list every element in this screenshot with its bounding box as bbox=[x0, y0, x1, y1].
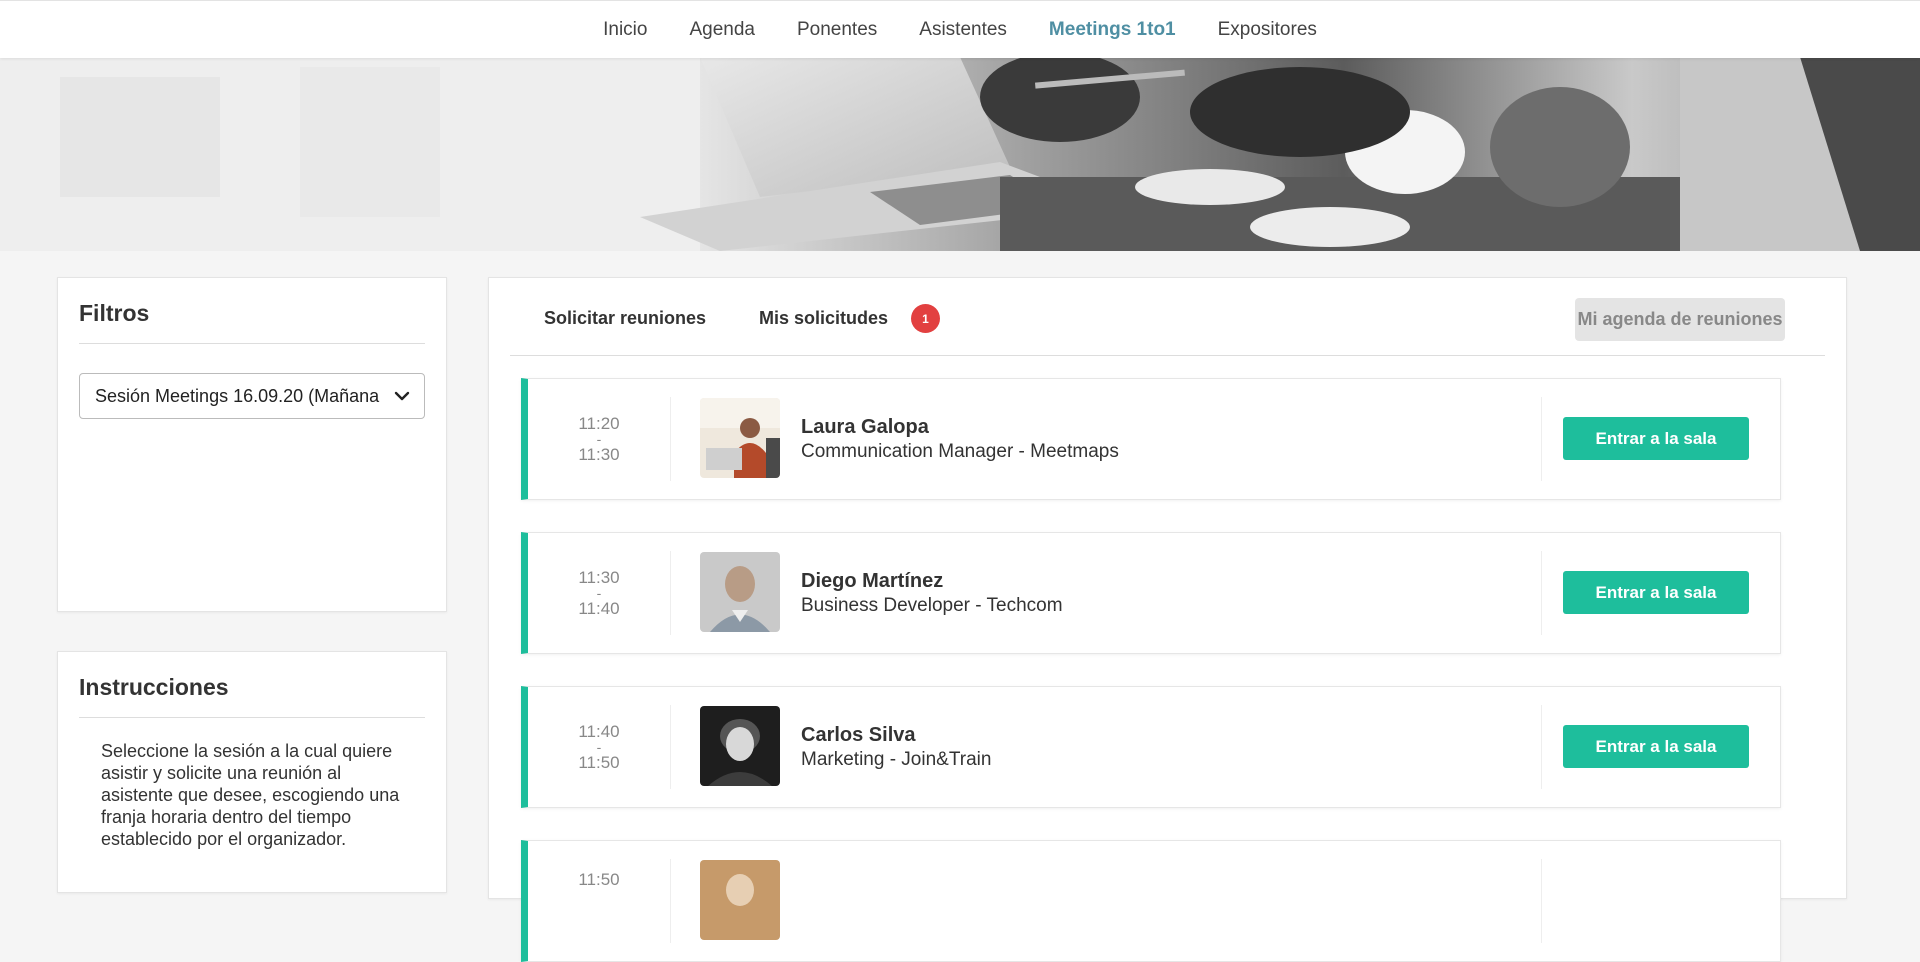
attendee-info: Laura Galopa Communication Manager - Mee… bbox=[801, 416, 1119, 463]
attendee-name: Laura Galopa bbox=[801, 416, 929, 438]
avatar-photo bbox=[700, 552, 780, 632]
time-separator: - bbox=[596, 585, 602, 601]
meeting-time: 11:30 - 11:40 bbox=[528, 533, 670, 653]
meeting-start-time: 11:50 bbox=[578, 870, 620, 889]
enter-room-button[interactable]: Entrar a la sala bbox=[1563, 725, 1749, 768]
nav-agenda[interactable]: Agenda bbox=[689, 19, 755, 41]
enter-room-button[interactable]: Entrar a la sala bbox=[1563, 571, 1749, 614]
attendee-role: Business Developer - Techcom bbox=[801, 595, 1063, 616]
meeting-start-time: 11:30 bbox=[578, 568, 620, 587]
filters-title: Filtros bbox=[79, 278, 425, 344]
avatar bbox=[700, 398, 780, 478]
divider bbox=[670, 551, 671, 635]
top-navigation: Inicio Agenda Ponentes Asistentes Meetin… bbox=[0, 0, 1920, 58]
nav-inicio[interactable]: Inicio bbox=[603, 19, 647, 41]
session-select-value: Sesión Meetings 16.09.20 (Mañana bbox=[95, 385, 380, 406]
divider bbox=[1541, 705, 1542, 789]
hero-banner-image bbox=[0, 57, 1920, 251]
meetings-tabs: Solicitar reuniones Mis solicitudes 1 Mi… bbox=[510, 278, 1825, 356]
attendee-name: Diego Martínez bbox=[801, 570, 944, 592]
divider bbox=[1541, 859, 1542, 943]
nav-expositores[interactable]: Expositores bbox=[1218, 19, 1317, 41]
avatar-photo bbox=[700, 860, 780, 940]
chevron-down-icon bbox=[394, 391, 410, 401]
nav-meetings-1to1[interactable]: Meetings 1to1 bbox=[1049, 19, 1176, 41]
meeting-row: 11:40 - 11:50 Carlos Silva Marketing - J… bbox=[521, 686, 1781, 808]
attendee-role: Marketing - Join&Train bbox=[801, 749, 992, 770]
meeting-time: 11:40 - 11:50 bbox=[528, 687, 670, 807]
meeting-time: 11:20 - 11:30 bbox=[528, 379, 670, 499]
time-separator: - bbox=[596, 431, 602, 447]
instructions-title: Instrucciones bbox=[79, 652, 425, 718]
meeting-row: 11:30 - 11:40 Diego Martínez Business De… bbox=[521, 532, 1781, 654]
filters-card: Filtros Sesión Meetings 16.09.20 (Mañana bbox=[57, 277, 447, 612]
avatar-photo bbox=[700, 706, 780, 786]
divider bbox=[1541, 397, 1542, 481]
my-agenda-button[interactable]: Mi agenda de reuniones bbox=[1575, 298, 1785, 341]
avatar-photo bbox=[700, 398, 780, 478]
divider bbox=[670, 397, 671, 481]
avatar bbox=[700, 552, 780, 632]
tab-solicitar-reuniones[interactable]: Solicitar reuniones bbox=[544, 308, 706, 329]
hero-illustration bbox=[0, 57, 1920, 251]
enter-room-button[interactable]: Entrar a la sala bbox=[1563, 417, 1749, 460]
instructions-card: Instrucciones Seleccione la sesión a la … bbox=[57, 651, 447, 893]
meeting-start-time: 11:20 bbox=[578, 414, 620, 433]
nav-ponentes[interactable]: Ponentes bbox=[797, 19, 877, 41]
attendee-name: Carlos Silva bbox=[801, 724, 916, 746]
divider bbox=[670, 859, 671, 943]
attendee-info: Diego Martínez Business Developer - Tech… bbox=[801, 570, 1063, 617]
requests-count-badge: 1 bbox=[911, 304, 940, 333]
avatar bbox=[700, 860, 780, 940]
meeting-end-time: 11:40 bbox=[578, 599, 620, 618]
divider bbox=[1541, 551, 1542, 635]
meeting-row: 11:50 bbox=[521, 840, 1781, 962]
time-separator: - bbox=[596, 739, 602, 755]
avatar bbox=[700, 706, 780, 786]
session-select[interactable]: Sesión Meetings 16.09.20 (Mañana bbox=[79, 373, 425, 419]
attendee-info: Carlos Silva Marketing - Join&Train bbox=[801, 724, 991, 771]
meeting-start-time: 11:40 bbox=[578, 722, 620, 741]
tab-mis-solicitudes[interactable]: Mis solicitudes bbox=[759, 308, 888, 329]
instructions-text: Seleccione la sesión a la cual quiere as… bbox=[101, 741, 400, 849]
nav-asistentes[interactable]: Asistentes bbox=[919, 19, 1007, 41]
meeting-end-time: 11:30 bbox=[578, 445, 620, 464]
meetings-panel: Solicitar reuniones Mis solicitudes 1 Mi… bbox=[488, 277, 1847, 962]
divider bbox=[670, 705, 671, 789]
meeting-row: 11:20 - 11:30 Laura Galopa Communication… bbox=[521, 378, 1781, 500]
attendee-role: Communication Manager - Meetmaps bbox=[801, 441, 1119, 462]
meeting-end-time: 11:50 bbox=[578, 753, 620, 772]
